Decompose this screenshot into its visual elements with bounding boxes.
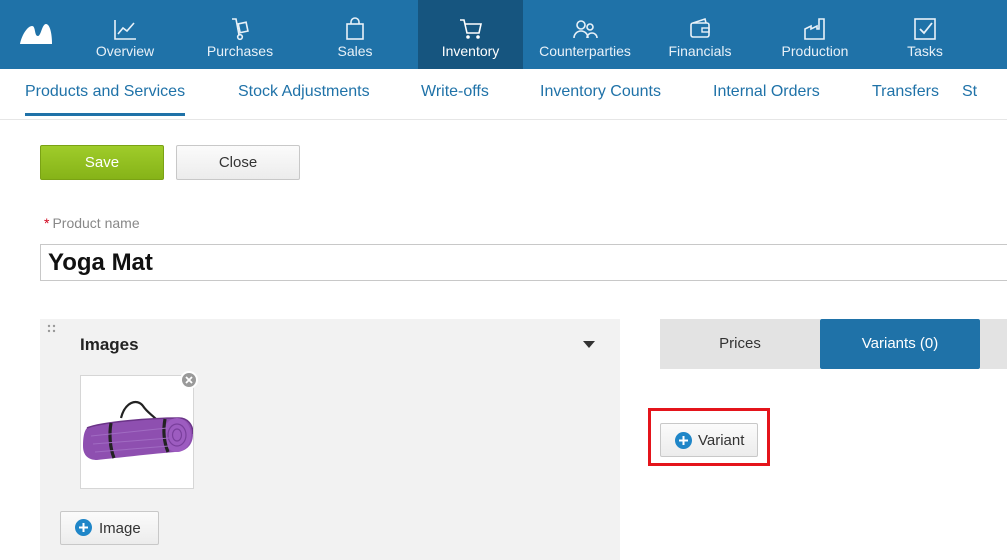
sub-navigation: Products and Services Stock Adjustments … <box>0 69 1007 120</box>
required-marker: * <box>44 215 50 231</box>
factory-icon <box>804 18 825 40</box>
nav-item-label: Overview <box>95 43 155 59</box>
product-image-thumbnail[interactable] <box>80 375 194 489</box>
people-icon <box>573 20 598 39</box>
subnav-item-stock-adjustments[interactable]: Stock Adjustments <box>238 83 370 101</box>
subnav-item-write-offs[interactable]: Write-offs <box>421 83 489 101</box>
nav-item-label: Counterparties <box>539 43 631 59</box>
checkbox-icon <box>914 18 936 40</box>
subnav-item-internal-orders[interactable]: Internal Orders <box>713 83 820 101</box>
subnav-item-products-and-services[interactable]: Products and Services <box>25 83 186 116</box>
nav-item-label: Financials <box>668 43 732 59</box>
nav-item-counterparties[interactable]: Counterparties <box>536 0 634 69</box>
nav-item-financials[interactable]: Financials <box>664 0 736 69</box>
nav-item-label: Purchases <box>206 43 274 59</box>
product-name-input[interactable]: Yoga Mat <box>40 244 1007 281</box>
tab-variants[interactable]: Variants (0) <box>820 319 980 369</box>
top-navigation: Overview Purchases Sales Inventory Count… <box>0 0 1007 69</box>
nav-item-label: Sales <box>337 43 373 59</box>
nav-item-label: Inventory <box>441 43 500 59</box>
chart-line-icon <box>114 20 136 40</box>
nav-item-label: Tasks <box>907 43 943 59</box>
save-button[interactable]: Save <box>40 145 164 180</box>
images-panel: Images Image <box>40 319 620 560</box>
app-logo[interactable] <box>18 20 54 46</box>
collapse-caret-icon[interactable] <box>583 341 595 348</box>
subnav-item-transfers[interactable]: Transfers <box>872 83 939 101</box>
nav-item-tasks[interactable]: Tasks <box>898 0 952 69</box>
plus-circle-icon <box>675 432 692 449</box>
subnav-item-truncated[interactable]: St <box>962 83 977 101</box>
shopping-bag-icon <box>346 17 364 40</box>
add-variant-label: Variant <box>698 432 745 449</box>
remove-image-icon[interactable] <box>180 371 198 389</box>
cart-icon <box>459 19 482 39</box>
nav-item-purchases[interactable]: Purchases <box>196 0 284 69</box>
yoga-mat-image <box>81 400 194 464</box>
add-image-label: Image <box>99 520 141 537</box>
add-variant-button[interactable]: Variant <box>660 423 758 457</box>
add-image-button[interactable]: Image <box>60 511 159 545</box>
product-name-label: * Product name <box>44 215 140 231</box>
drag-handle-icon[interactable] <box>47 324 57 334</box>
wallet-icon <box>690 17 710 38</box>
close-button[interactable]: Close <box>176 145 300 180</box>
tab-prices[interactable]: Prices <box>660 319 820 369</box>
nav-item-overview[interactable]: Overview <box>84 0 166 69</box>
nav-item-sales[interactable]: Sales <box>318 0 392 69</box>
nav-item-label: Production <box>781 43 849 59</box>
hand-truck-icon <box>232 18 249 41</box>
product-name-label-text: Product name <box>52 215 140 231</box>
images-panel-title: Images <box>80 335 139 354</box>
subnav-item-inventory-counts[interactable]: Inventory Counts <box>540 83 661 101</box>
nav-item-inventory[interactable]: Inventory <box>418 0 523 69</box>
plus-circle-icon <box>75 519 92 536</box>
tab-more[interactable] <box>980 319 1007 369</box>
nav-item-production[interactable]: Production <box>778 0 852 69</box>
